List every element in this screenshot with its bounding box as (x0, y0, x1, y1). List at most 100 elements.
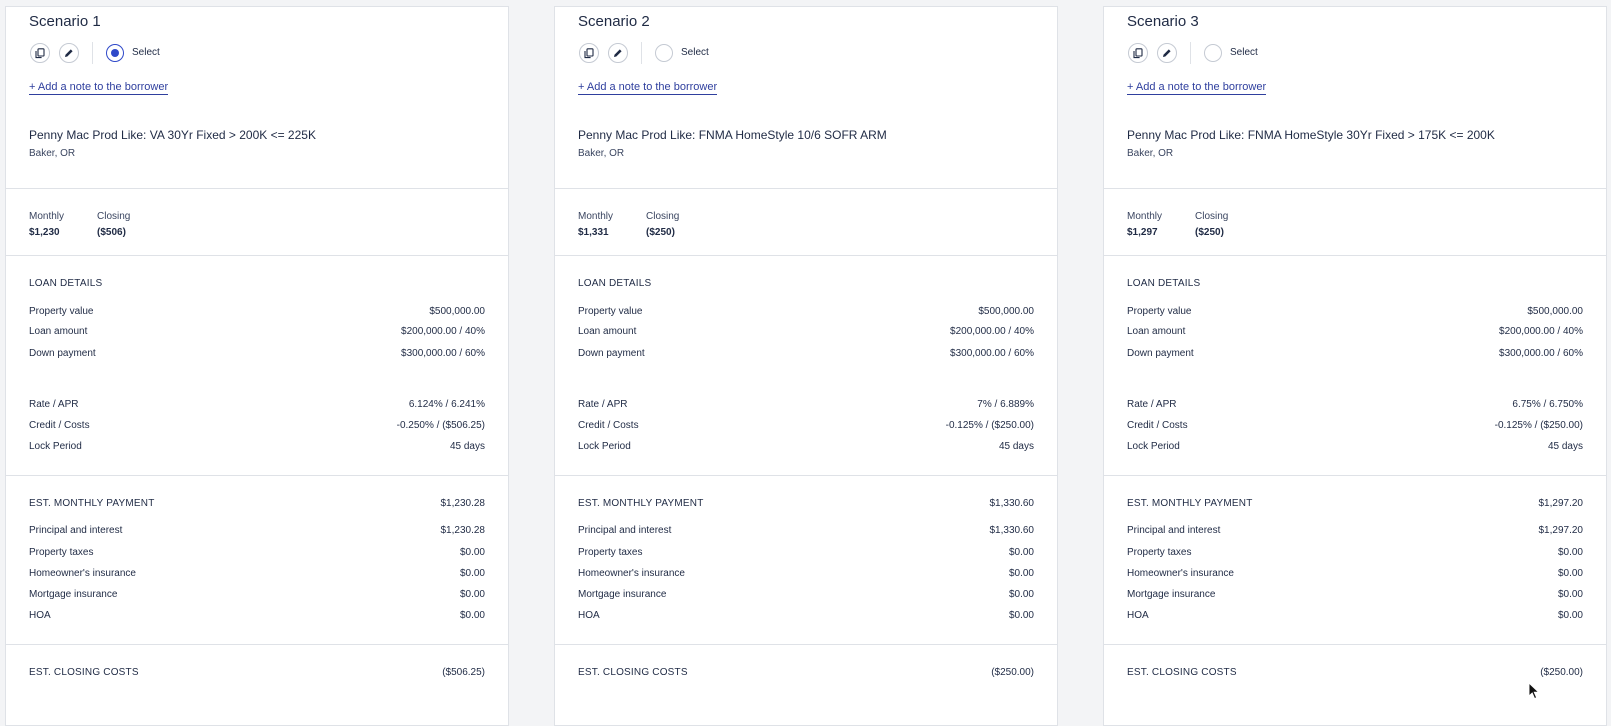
principal-interest-value: $1,330.60 (989, 525, 1035, 536)
credit-costs-label: Credit / Costs (578, 420, 639, 431)
mortgage-insurance-value: $0.00 (1008, 589, 1034, 600)
select-radio[interactable] (1204, 44, 1222, 62)
principal-interest-value: $1,230.28 (440, 525, 486, 536)
copy-icon (1133, 47, 1143, 58)
edit-scenario-button[interactable] (608, 43, 628, 63)
rate-apr-label: Rate / APR (578, 399, 628, 410)
product-name: Penny Mac Prod Like: FNMA HomeStyle 30Yr… (1127, 128, 1495, 142)
property-value: $500,000.00 (1527, 306, 1583, 317)
edit-scenario-button[interactable] (59, 43, 79, 63)
pencil-icon (1163, 49, 1171, 57)
property-taxes-value: $0.00 (459, 547, 485, 558)
toolbar-divider (641, 42, 642, 64)
loan-details-heading: LOAN DETAILS (578, 278, 652, 289)
divider (555, 644, 1057, 645)
add-note-link[interactable]: + Add a note to the borrower (29, 81, 169, 95)
homeowners-insurance-label: Homeowner's insurance (1127, 568, 1234, 579)
closing-costs-total: ($250.00) (1540, 667, 1583, 678)
copy-scenario-button[interactable] (1128, 43, 1148, 63)
divider (555, 475, 1057, 476)
scenario-title: Scenario 2 (578, 13, 650, 30)
monthly-payment-heading: EST. MONTHLY PAYMENT (29, 498, 155, 509)
select-radio[interactable] (655, 44, 673, 62)
closing-label: Closing (646, 211, 680, 222)
lock-period-value: 45 days (998, 441, 1034, 452)
divider (555, 255, 1057, 256)
loan-amount-value: $200,000.00 / 40% (401, 326, 485, 337)
divider (6, 644, 508, 645)
hoa-value: $0.00 (459, 610, 485, 621)
scenario-title: Scenario 3 (1127, 13, 1199, 30)
product-name: Penny Mac Prod Like: VA 30Yr Fixed > 200… (29, 128, 316, 142)
toolbar-divider (1190, 42, 1191, 64)
property-value-label: Property value (29, 306, 94, 317)
property-taxes-value: $0.00 (1008, 547, 1034, 558)
principal-interest-label: Principal and interest (29, 525, 123, 536)
lock-period-label: Lock Period (578, 441, 631, 452)
rate-apr-value: 6.124% / 6.241% (408, 399, 485, 410)
principal-interest-value: $1,297.20 (1538, 525, 1584, 536)
add-note-link[interactable]: + Add a note to the borrower (1127, 81, 1267, 95)
closing-costs-heading: EST. CLOSING COSTS (1127, 667, 1237, 678)
hoa-value: $0.00 (1557, 610, 1583, 621)
property-value-label: Property value (578, 306, 643, 317)
select-label: Select (132, 47, 160, 58)
pencil-icon (65, 49, 73, 57)
divider (1104, 644, 1606, 645)
down-payment-label: Down payment (1127, 348, 1194, 359)
copy-scenario-button[interactable] (30, 43, 50, 63)
property-location: Baker, OR (1127, 148, 1174, 159)
divider (6, 255, 508, 256)
hoa-value: $0.00 (1008, 610, 1034, 621)
monthly-label: Monthly (29, 211, 65, 222)
homeowners-insurance-value: $0.00 (459, 568, 485, 579)
closing-label: Closing (1195, 211, 1229, 222)
lock-period-value: 45 days (1547, 441, 1583, 452)
mouse-pointer-icon (1528, 682, 1540, 700)
property-value: $500,000.00 (978, 306, 1034, 317)
add-note-link[interactable]: + Add a note to the borrower (578, 81, 718, 95)
closing-label: Closing (97, 211, 131, 222)
monthly-payment-heading: EST. MONTHLY PAYMENT (1127, 498, 1253, 509)
loan-amount-label: Loan amount (29, 326, 88, 337)
monthly-payment-total: $1,297.20 (1538, 498, 1584, 509)
credit-costs-label: Credit / Costs (29, 420, 90, 431)
mortgage-insurance-label: Mortgage insurance (29, 589, 118, 600)
closing-costs-heading: EST. CLOSING COSTS (29, 667, 139, 678)
homeowners-insurance-label: Homeowner's insurance (578, 568, 685, 579)
monthly-payment-heading: EST. MONTHLY PAYMENT (578, 498, 704, 509)
loan-amount-label: Loan amount (1127, 326, 1186, 337)
loan-details-heading: LOAN DETAILS (1127, 278, 1201, 289)
monthly-payment-total: $1,230.28 (440, 498, 486, 509)
copy-scenario-button[interactable] (579, 43, 599, 63)
monthly-payment-total: $1,330.60 (989, 498, 1035, 509)
property-taxes-value: $0.00 (1557, 547, 1583, 558)
closing-value: ($506) (97, 227, 126, 238)
monthly-value: $1,230 (29, 227, 60, 238)
property-value: $500,000.00 (429, 306, 485, 317)
copy-icon (584, 47, 594, 58)
homeowners-insurance-label: Homeowner's insurance (29, 568, 136, 579)
divider (1104, 255, 1606, 256)
mortgage-insurance-label: Mortgage insurance (578, 589, 667, 600)
mortgage-insurance-label: Mortgage insurance (1127, 589, 1216, 600)
monthly-value: $1,297 (1127, 227, 1158, 238)
pencil-icon (614, 49, 622, 57)
select-label: Select (681, 47, 709, 58)
mortgage-insurance-value: $0.00 (1557, 589, 1583, 600)
down-payment-value: $300,000.00 / 60% (950, 348, 1034, 359)
select-radio[interactable] (106, 44, 124, 62)
property-taxes-label: Property taxes (578, 547, 643, 558)
property-location: Baker, OR (578, 148, 625, 159)
closing-value: ($250) (646, 227, 675, 238)
property-taxes-label: Property taxes (29, 547, 94, 558)
hoa-label: HOA (1127, 610, 1149, 621)
divider (6, 475, 508, 476)
homeowners-insurance-value: $0.00 (1557, 568, 1583, 579)
closing-costs-total: ($506.25) (442, 667, 485, 678)
loan-amount-value: $200,000.00 / 40% (1499, 326, 1583, 337)
principal-interest-label: Principal and interest (578, 525, 672, 536)
edit-scenario-button[interactable] (1157, 43, 1177, 63)
divider (1104, 475, 1606, 476)
credit-costs-label: Credit / Costs (1127, 420, 1188, 431)
